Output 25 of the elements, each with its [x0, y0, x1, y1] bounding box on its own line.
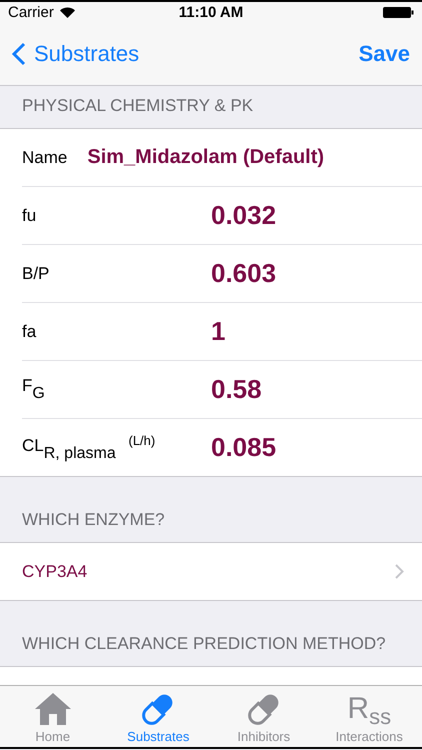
value-field[interactable]: 1	[211, 316, 226, 347]
section-header: WHICH CLEARANCE PREDICTION METHOD?	[22, 634, 386, 654]
battery-icon	[382, 6, 414, 18]
section-header: PHYSICAL CHEMISTRY & PK	[22, 96, 254, 116]
chevron-icon	[395, 564, 404, 579]
save-button[interactable]: Save	[358, 40, 410, 66]
value-field[interactable]: 0.58	[211, 374, 262, 405]
field-label: fu	[22, 206, 38, 226]
value-field[interactable]: 0.085	[211, 432, 276, 463]
back-button[interactable]: Substrates	[12, 40, 140, 66]
field-label: Name	[22, 148, 68, 168]
house-icon[interactable]	[34, 692, 72, 726]
pill-icon[interactable]	[141, 692, 176, 726]
name-value[interactable]: Sim_Midazolam (Default)	[87, 146, 324, 169]
time-label: 11:10 AM	[178, 4, 244, 20]
tab[interactable]: Substrates	[106, 686, 211, 747]
carrier-label: Carrier	[8, 4, 54, 20]
value-field[interactable]: 0.032	[211, 200, 276, 231]
back-chevron-icon	[12, 42, 26, 66]
field-label: fa	[22, 322, 38, 342]
wifi-icon	[60, 6, 75, 18]
field-label: B/P	[22, 264, 50, 284]
pill-icon[interactable]	[246, 692, 281, 726]
value-field[interactable]: 0.603	[211, 258, 276, 289]
section-header: WHICH ENZYME?	[22, 510, 165, 530]
